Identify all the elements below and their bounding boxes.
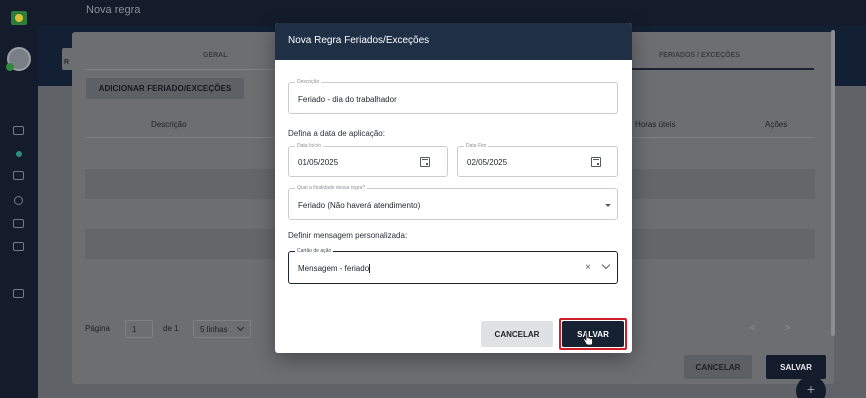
description-field-value: Feriado - dia do trabalhador: [298, 95, 397, 104]
sidebar: [0, 0, 38, 398]
end-date-field[interactable]: Data Fim 02/05/2025: [457, 143, 618, 177]
rule-purpose-label: Qual a finalidade dessa regra?: [295, 185, 368, 192]
pagination: Página 1 de 1 5 linhas: [85, 318, 285, 340]
column-header-description[interactable]: Descrição: [151, 120, 187, 129]
start-date-field-label: Data Início: [295, 143, 323, 150]
page-count: de 1: [163, 324, 179, 333]
dialog-title: Nova Regra Feriados/Exceções: [288, 35, 430, 46]
scrollbar[interactable]: [831, 30, 835, 336]
page-title: Nova regra: [86, 4, 141, 16]
rule-purpose-select[interactable]: Qual a finalidade dessa regra? Feriado (…: [288, 185, 618, 220]
brand-logo: [11, 11, 27, 25]
chevron-down-icon: [236, 323, 245, 332]
tab-stub: R: [62, 48, 72, 70]
rows-per-page-value: 5 linhas: [200, 325, 228, 334]
calendar-icon[interactable]: [420, 157, 430, 167]
add-fab-button[interactable]: +: [796, 376, 826, 398]
start-date-field-value: 01/05/2025: [298, 158, 339, 167]
building-icon[interactable]: [13, 219, 24, 228]
action-card-value: Mensagem - feriado: [298, 264, 371, 274]
message-section-label: Definir mensagem personalizada:: [288, 231, 408, 240]
rows-per-page-select[interactable]: 5 linhas: [193, 320, 251, 338]
page-number-input[interactable]: 1: [125, 320, 153, 338]
add-holiday-button[interactable]: ADICIONAR FERIADO/EXCEÇÕES: [86, 78, 244, 99]
clock-icon[interactable]: [14, 196, 23, 205]
prev-page-button[interactable]: <: [750, 323, 756, 334]
action-card-label: Cartão de ação: [295, 248, 334, 255]
avatar[interactable]: [6, 47, 31, 71]
dropdown-arrow-icon: [605, 204, 611, 207]
next-page-button[interactable]: >: [785, 323, 791, 334]
grid-icon[interactable]: [13, 242, 24, 251]
rule-purpose-value: Feriado (Não haverá atendimento): [298, 201, 421, 210]
active-tab-indicator: [612, 68, 814, 70]
text-cursor: [369, 264, 371, 274]
calendar-icon[interactable]: [591, 157, 601, 167]
description-field-label: Descrição: [295, 79, 322, 86]
page-save-button[interactable]: SALVAR: [766, 355, 826, 379]
date-section-label: Defina a data de aplicação:: [288, 129, 385, 138]
hand-pointer-icon: [582, 332, 593, 346]
start-date-field[interactable]: Data Início 01/05/2025: [288, 143, 448, 177]
export-icon[interactable]: [13, 289, 24, 298]
chat-icon[interactable]: [13, 126, 24, 135]
online-status-dot: [6, 63, 14, 71]
pager-nav: < >: [750, 323, 790, 334]
action-card-select[interactable]: Cartão de ação Mensagem - feriado ×: [288, 248, 618, 284]
new-holiday-rule-dialog: Nova Regra Feriados/Exceções Descrição F…: [275, 23, 632, 353]
end-date-field-label: Data Fim: [464, 143, 489, 150]
dialog-header: Nova Regra Feriados/Exceções: [275, 23, 632, 60]
tab-feriados-excecoes[interactable]: FERIADOS / EXCEÇÕES: [659, 52, 740, 59]
column-header-business-hours[interactable]: Horas úteis: [635, 120, 675, 129]
page-cancel-button[interactable]: CANCELAR: [684, 355, 752, 379]
end-date-field-value: 02/05/2025: [467, 158, 508, 167]
tab-geral[interactable]: GERAL: [203, 52, 228, 59]
column-header-actions: Ações: [765, 120, 788, 129]
description-field[interactable]: Descrição Feriado - dia do trabalhador: [288, 79, 618, 114]
page-label: Página: [85, 324, 110, 333]
clear-icon[interactable]: ×: [585, 263, 591, 273]
chevron-down-icon[interactable]: [601, 260, 611, 270]
messages-icon[interactable]: [13, 171, 24, 180]
tab-stub-letter: R: [64, 59, 70, 66]
active-nav-dot-icon[interactable]: [16, 151, 22, 157]
dialog-cancel-button[interactable]: CANCELAR: [481, 321, 553, 347]
